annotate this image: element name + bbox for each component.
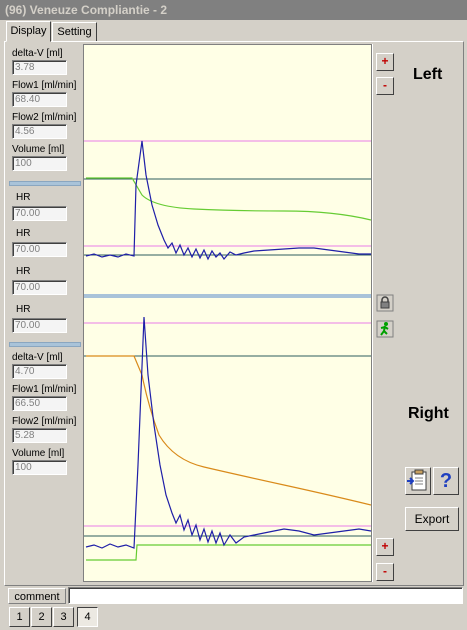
label-flow1: Flow1 [ml/min] — [12, 384, 77, 395]
value-delta-v: 4.70 — [12, 364, 67, 379]
label-hr: HR — [16, 266, 31, 277]
flow-trace-left — [85, 140, 371, 261]
field-hr-3: HR — [16, 266, 30, 278]
field-volume-top: Volume [ml] 100 — [12, 144, 67, 171]
right-label: Right — [408, 405, 449, 422]
value-hr: 70.00 — [12, 242, 67, 257]
plot-divider — [84, 294, 371, 298]
label-flow2: Flow2 [ml/min] — [12, 416, 77, 427]
export-button[interactable]: Export — [405, 507, 459, 531]
field-volume-bottom: Volume [ml] 100 — [12, 448, 67, 475]
label-hr: HR — [16, 228, 31, 239]
waveform-chart[interactable] — [83, 44, 372, 582]
page-tab-3[interactable]: 3 — [53, 607, 74, 627]
value-flow2: 4.56 — [12, 124, 67, 139]
label-hr: HR — [16, 304, 31, 315]
field-flow1-top: Flow1 [ml/min] 68.40 — [12, 80, 76, 107]
left-label: Left — [413, 66, 443, 83]
separator — [9, 181, 81, 186]
scale-strip — [372, 44, 398, 582]
running-man-icon[interactable] — [376, 320, 394, 338]
value-delta-v: 3.78 — [12, 60, 67, 75]
label-delta-v: delta-V [ml] — [12, 352, 63, 363]
waveform-svg — [84, 140, 372, 561]
scale-plus-left-button[interactable]: + — [376, 53, 394, 71]
label-flow2: Flow2 [ml/min] — [12, 112, 77, 123]
scale-plus-right-button[interactable]: + — [376, 538, 394, 556]
label-delta-v: delta-V [ml] — [12, 48, 63, 59]
page-tab-4[interactable]: 4 — [77, 607, 98, 627]
value-hr: 70.00 — [12, 318, 67, 333]
value-flow2: 5.28 — [12, 428, 67, 443]
comment-input[interactable] — [68, 587, 463, 604]
field-hr-4: HR — [16, 304, 30, 316]
field-hr-2: HR — [16, 228, 30, 240]
field-flow2-bottom: Flow2 [ml/min] 5.28 — [12, 416, 76, 443]
page-tab-2[interactable]: 2 — [31, 607, 52, 627]
tab-setting[interactable]: Setting — [52, 22, 97, 42]
label-volume: Volume [ml] — [12, 448, 65, 459]
flow-trace-right — [85, 316, 372, 549]
separator — [9, 342, 81, 347]
value-volume: 100 — [12, 156, 67, 171]
value-volume: 100 — [12, 460, 67, 475]
help-button[interactable]: ? — [433, 467, 459, 495]
tab-display[interactable]: Display — [6, 21, 51, 42]
field-flow2-top: Flow2 [ml/min] 4.56 — [12, 112, 76, 139]
value-hr: 70.00 — [12, 280, 67, 295]
scale-minus-right-button[interactable]: - — [376, 563, 394, 581]
green-trace-left — [86, 177, 372, 221]
scale-minus-left-button[interactable]: - — [376, 77, 394, 95]
value-hr: 70.00 — [12, 206, 67, 221]
orange-trace-right — [86, 355, 372, 506]
label-flow1: Flow1 [ml/min] — [12, 80, 77, 91]
label-volume: Volume [ml] — [12, 144, 65, 155]
field-delta-v-top: delta-V [ml] 3.78 — [12, 48, 67, 75]
clipboard-icon[interactable] — [405, 467, 431, 495]
window-title: (96) Veneuze Compliantie - 2 — [0, 0, 467, 20]
green-trace-right — [86, 544, 371, 561]
field-delta-v-bottom: delta-V [ml] 4.70 — [12, 352, 67, 379]
page-tab-1[interactable]: 1 — [9, 607, 30, 627]
comment-label: comment — [8, 588, 66, 604]
value-flow1: 68.40 — [12, 92, 67, 107]
field-flow1-bottom: Flow1 [ml/min] 66.50 — [12, 384, 76, 411]
value-flow1: 66.50 — [12, 396, 67, 411]
lock-icon[interactable] — [376, 294, 394, 312]
field-hr-1: HR — [16, 192, 30, 204]
label-hr: HR — [16, 192, 31, 203]
